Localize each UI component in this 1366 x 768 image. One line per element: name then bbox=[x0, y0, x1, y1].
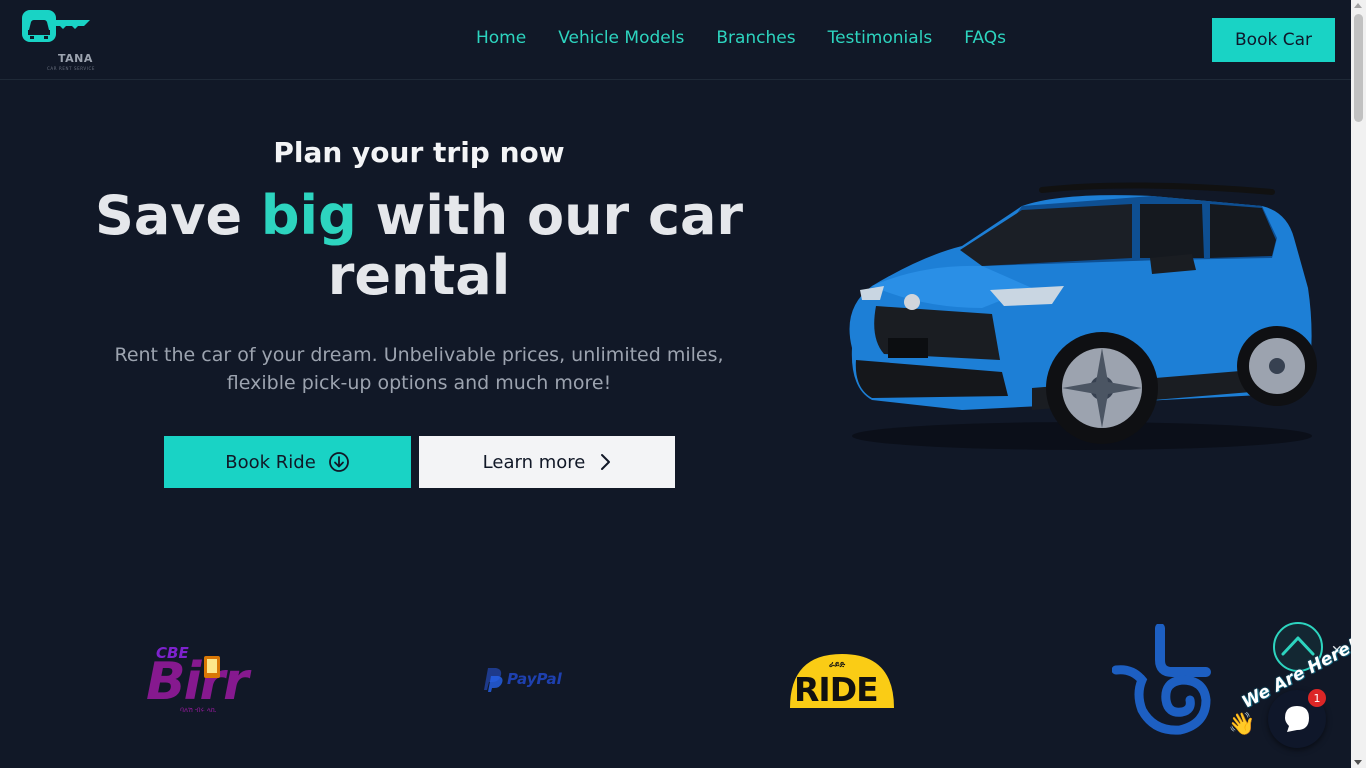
partner-ride: ራይድ RIDE bbox=[786, 650, 898, 712]
chat-unread-badge: 1 bbox=[1308, 689, 1326, 707]
hero-car-image bbox=[849, 182, 1317, 450]
partner-cbe-birr: CBE Birr ባለሽ ብሩ ላኪ bbox=[140, 640, 265, 720]
ride-label: RIDE bbox=[794, 670, 879, 709]
scroll-up-arrow-icon[interactable] bbox=[1354, 3, 1362, 8]
learn-more-button[interactable]: Learn more bbox=[419, 436, 675, 488]
nav-faqs[interactable]: FAQs bbox=[964, 28, 1006, 48]
scrollbar-thumb[interactable] bbox=[1354, 14, 1363, 122]
learn-more-label: Learn more bbox=[482, 451, 586, 473]
ride-amharic-label: ራይድ bbox=[829, 660, 846, 669]
hero-title-end: with our car rental bbox=[327, 184, 744, 307]
birr-label: Birr bbox=[146, 652, 249, 712]
brand-tagline: CAR RENT SERVICE bbox=[47, 66, 96, 71]
telebirr-logo-icon bbox=[1111, 623, 1211, 735]
logo[interactable]: TANA CAR RENT SERVICE bbox=[20, 8, 95, 71]
hero-kicker: Plan your trip now bbox=[273, 136, 565, 169]
main-nav: Home Vehicle Models Branches Testimonial… bbox=[476, 28, 1006, 48]
chevron-right-icon bbox=[601, 454, 611, 470]
arrow-down-circle-icon bbox=[328, 452, 349, 472]
book-ride-button[interactable]: Book Ride bbox=[164, 436, 411, 488]
hero-description: Rent the car of your dream. Unbelivable … bbox=[114, 344, 724, 394]
nav-home[interactable]: Home bbox=[476, 28, 526, 48]
nav-testimonials[interactable]: Testimonials bbox=[828, 28, 933, 48]
nav-vehicle-models[interactable]: Vehicle Models bbox=[558, 28, 684, 48]
hero-title: Save big with our car rental bbox=[70, 186, 768, 306]
book-car-button[interactable]: Book Car bbox=[1212, 18, 1335, 62]
scroll-down-arrow-icon[interactable] bbox=[1354, 760, 1362, 765]
site-header: TANA CAR RENT SERVICE Home Vehicle Model… bbox=[0, 0, 1351, 80]
cbe-sub-label: ባለሽ ብሩ ላኪ bbox=[180, 706, 217, 714]
nav-branches[interactable]: Branches bbox=[716, 28, 795, 48]
partner-paypal: PayPal bbox=[480, 664, 570, 694]
paypal-label: PayPal bbox=[507, 670, 562, 688]
hero-title-accent: big bbox=[260, 184, 357, 247]
partner-telebirr bbox=[1111, 623, 1212, 736]
hero-title-start: Save bbox=[94, 184, 261, 247]
page-scrollbar[interactable] bbox=[1351, 0, 1366, 768]
wave-hand-icon: 👋 bbox=[1228, 712, 1256, 737]
paypal-icon bbox=[484, 668, 503, 692]
book-ride-label: Book Ride bbox=[225, 451, 316, 473]
cbe-phone-icon bbox=[204, 656, 220, 678]
brand-name: TANA bbox=[58, 52, 93, 65]
